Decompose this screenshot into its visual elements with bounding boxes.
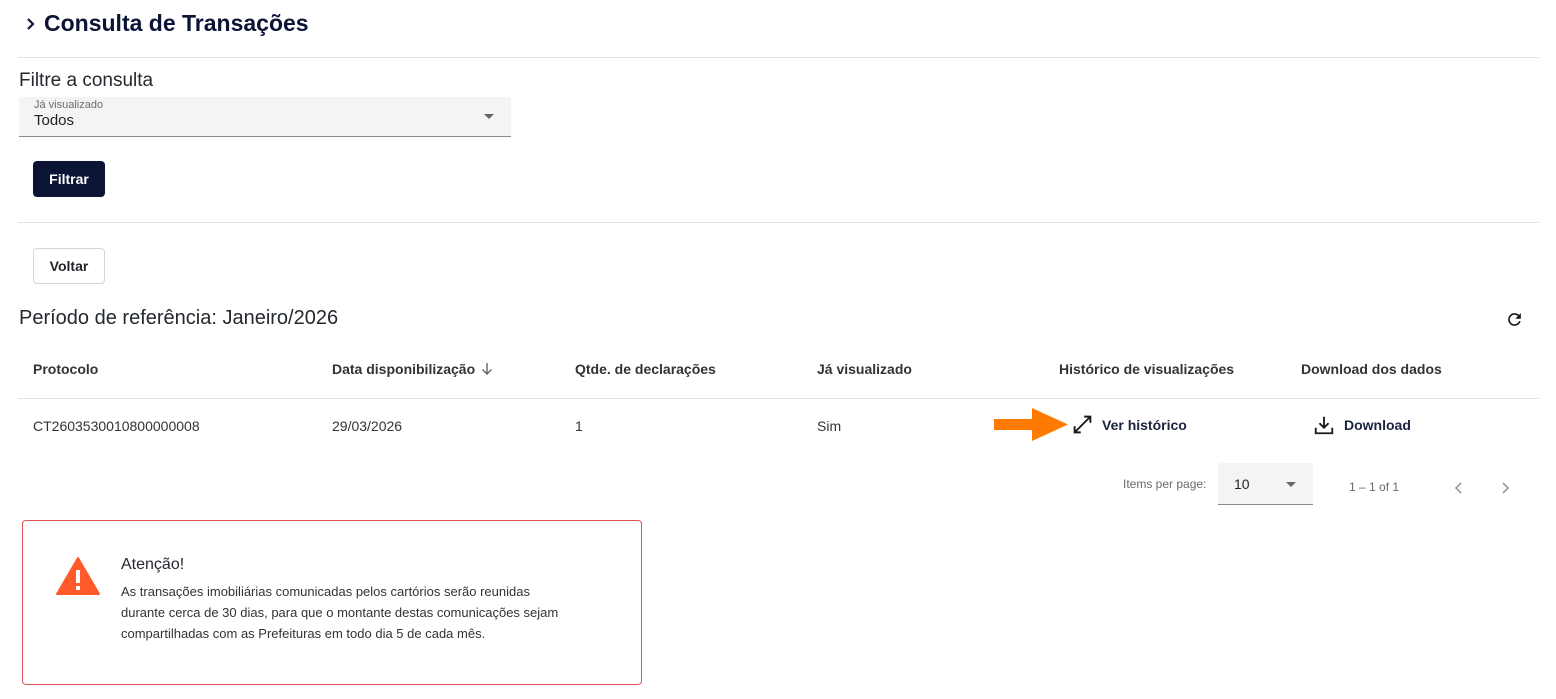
header-divider [18, 57, 1539, 58]
col-header-data[interactable]: Data disponibilização [332, 361, 494, 377]
select-label: Já visualizado [34, 99, 104, 111]
period-heading: Período de referência: Janeiro/2026 [19, 307, 339, 329]
warning-icon [56, 557, 100, 595]
download-label: Download [1344, 417, 1411, 433]
items-per-page-label: Items per page: [1123, 477, 1207, 491]
cell-visualizado: Sim [817, 418, 842, 434]
chevron-right-icon[interactable] [1497, 480, 1513, 496]
page-size-select[interactable]: 10 [1218, 463, 1313, 505]
filter-button[interactable]: Filtrar [33, 161, 105, 197]
chevron-right-icon [27, 17, 35, 30]
col-header-protocolo: Protocolo [33, 361, 99, 377]
pagination-range: 1 – 1 of 1 [1349, 480, 1400, 494]
col-header-historico: Histórico de visualizações [1059, 361, 1235, 377]
sort-arrow-down-icon[interactable] [480, 362, 494, 376]
viewed-filter-select[interactable]: Já visualizado Todos [19, 97, 511, 137]
table-header-divider [18, 398, 1539, 399]
alert-line: compartilhadas com as Prefeituras em tod… [121, 626, 486, 641]
alert-line: durante cerca de 30 dias, para que o mon… [121, 605, 559, 620]
annotation-arrow-icon [994, 408, 1068, 441]
cell-qtde: 1 [575, 418, 583, 434]
select-value: Todos [34, 112, 75, 129]
download-link[interactable]: Download [1313, 414, 1411, 436]
cell-protocolo: CT2603530010800000008 [33, 418, 200, 434]
expand-diagonal-icon [1073, 415, 1092, 434]
col-header-qtde: Qtde. de declarações [575, 361, 716, 377]
back-button[interactable]: Voltar [33, 248, 105, 284]
caret-down-icon[interactable] [1286, 482, 1296, 487]
col-header-download: Download dos dados [1301, 361, 1442, 377]
view-history-link[interactable]: Ver histórico [1072, 414, 1187, 435]
alert-line: As transações imobiliárias comunicadas p… [121, 584, 530, 599]
view-history-label: Ver histórico [1102, 416, 1187, 433]
col-header-data-label: Data disponibilização [332, 361, 476, 377]
cell-data: 29/03/2026 [332, 418, 403, 434]
refresh-icon[interactable] [1505, 310, 1524, 329]
alert-message: As transações imobiliárias comunicadas p… [121, 581, 621, 644]
download-icon [1314, 416, 1334, 435]
col-header-visualizado: Já visualizado [817, 361, 912, 377]
page-size-value: 10 [1234, 476, 1250, 492]
page-header: Consulta de Transações [24, 10, 309, 37]
attention-alert: Atenção! As transações imobiliárias comu… [22, 520, 642, 685]
alert-title: Atenção! [121, 556, 185, 573]
chevron-left-icon[interactable] [1451, 480, 1467, 496]
caret-down-icon[interactable] [484, 114, 494, 119]
filter-heading: Filtre a consulta [19, 70, 154, 91]
filter-divider [18, 222, 1539, 223]
page-title: Consulta de Transações [44, 10, 309, 36]
